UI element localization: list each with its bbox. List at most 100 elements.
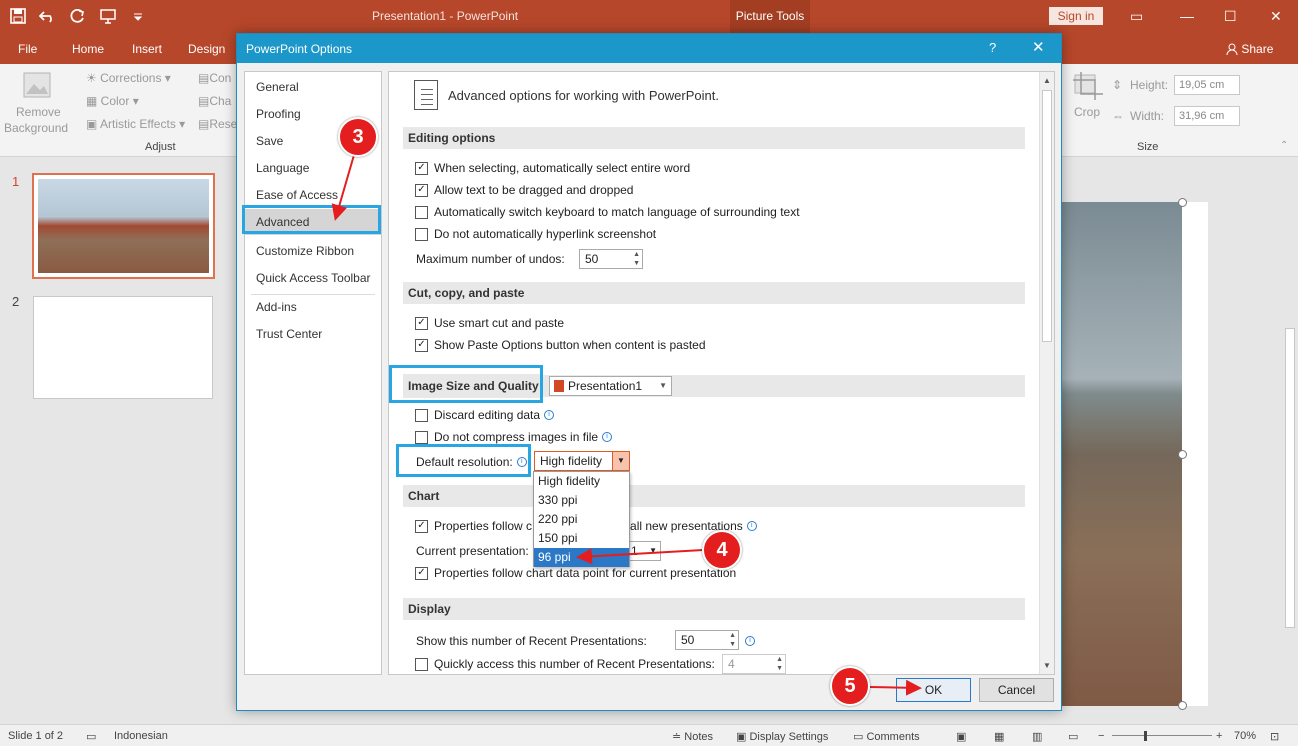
tab-file[interactable]: File [18, 42, 37, 56]
option-hyperlink-screenshot[interactable]: Do not automatically hyperlink screensho… [415, 227, 656, 241]
ribbon-options-icon[interactable]: ▭ [1130, 8, 1143, 25]
checkbox-checked[interactable]: ✓ [415, 519, 428, 533]
nav-trust-center[interactable]: Trust Center [245, 321, 381, 347]
resize-handle[interactable] [1178, 198, 1187, 207]
resize-handle[interactable] [1178, 701, 1187, 710]
image-file-select[interactable]: Presentation1 ▼ [549, 376, 672, 396]
selected-picture[interactable] [1062, 202, 1182, 706]
zoom-slider[interactable] [1112, 735, 1212, 736]
info-icon: i [746, 521, 757, 531]
slide-thumbnail-1[interactable] [32, 173, 215, 279]
width-input[interactable]: 31,96 cm [1174, 106, 1240, 126]
resolution-option[interactable]: High fidelity [534, 472, 629, 491]
checkbox-checked[interactable]: ✓ [415, 161, 428, 175]
checkbox-checked[interactable]: ✓ [415, 183, 428, 197]
checkbox-unchecked[interactable] [415, 408, 428, 422]
scroll-down-icon[interactable]: ▼ [1041, 660, 1053, 672]
resolution-option[interactable]: 150 ppi [534, 529, 629, 548]
option-quick-access-recent[interactable]: Quickly access this number of Recent Pre… [415, 657, 715, 671]
quick-access-spinner[interactable]: 4 ▲ ▼ [722, 654, 786, 674]
reading-view-icon[interactable]: ▥ [1032, 730, 1042, 743]
notes-button[interactable]: ≐ Notes [672, 730, 713, 743]
zoom-in-icon[interactable]: + [1216, 730, 1222, 742]
checkbox-unchecked[interactable] [415, 657, 428, 671]
checkbox-checked[interactable]: ✓ [415, 338, 428, 352]
resolution-option[interactable]: 220 ppi [534, 510, 629, 529]
zoom-slider-thumb[interactable] [1144, 731, 1147, 741]
section-chart: Chart [403, 485, 1025, 507]
nav-quick-access-toolbar[interactable]: Quick Access Toolbar [245, 265, 381, 291]
checkbox-unchecked[interactable] [415, 430, 428, 444]
checkbox-checked[interactable]: ✓ [415, 316, 428, 330]
editor-scrollbar[interactable] [1282, 158, 1298, 724]
display-settings-button[interactable]: ▣ Display Settings [736, 730, 828, 743]
content-scroll-thumb[interactable] [1042, 90, 1052, 342]
option-drag-drop[interactable]: ✓ Allow text to be dragged and dropped [415, 183, 633, 197]
slideshow-icon[interactable]: ▭ [1068, 730, 1078, 743]
scroll-thumb[interactable] [1285, 328, 1295, 628]
option-chart-properties-current[interactable]: ✓ Properties follow chart data point for … [415, 566, 736, 580]
resize-handle[interactable] [1178, 450, 1187, 459]
dialog-close-button[interactable]: ✕ [1032, 38, 1045, 56]
remove-background-icon[interactable] [22, 70, 52, 103]
crop-icon[interactable] [1073, 72, 1103, 103]
recent-presentations-spinner[interactable]: 50 ▲ ▼ [675, 630, 739, 650]
collapse-ribbon-icon[interactable]: ⌃ [1280, 140, 1288, 151]
present-icon[interactable] [98, 6, 118, 26]
reset-picture-button[interactable]: ▤Rese [198, 117, 237, 131]
ok-button[interactable]: OK [896, 678, 971, 702]
redo-icon[interactable] [68, 6, 88, 26]
chevron-down-icon[interactable]: ▼ [612, 452, 629, 470]
save-icon[interactable] [8, 6, 28, 26]
height-input[interactable]: 19,05 cm [1174, 75, 1240, 95]
undos-spinner[interactable]: 50 ▲ ▼ [579, 249, 643, 269]
corrections-button[interactable]: ☀ Corrections ▾ [86, 71, 171, 85]
crop-label[interactable]: Crop [1074, 105, 1100, 119]
close-icon[interactable]: ✕ [1270, 8, 1282, 25]
tab-insert[interactable]: Insert [132, 42, 162, 56]
slide-sorter-icon[interactable]: ▦ [994, 730, 1004, 743]
change-picture-button[interactable]: ▤Cha [198, 94, 231, 108]
sign-in-button[interactable]: Sign in [1049, 7, 1103, 25]
minimize-icon[interactable]: — [1180, 8, 1194, 24]
normal-view-icon[interactable]: ▣ [956, 730, 966, 743]
checkbox-checked[interactable]: ✓ [415, 566, 428, 580]
remove-background-label[interactable]: Remove [16, 105, 61, 119]
color-button[interactable]: ▦ Color ▾ [86, 94, 139, 108]
fit-slide-icon[interactable]: ⊡ [1270, 730, 1279, 743]
undo-icon[interactable] [38, 6, 58, 26]
artistic-effects-button[interactable]: ▣ Artistic Effects ▾ [86, 117, 185, 131]
customize-icon[interactable] [128, 6, 148, 26]
cancel-button[interactable]: Cancel [979, 678, 1054, 702]
option-smart-cut-paste[interactable]: ✓ Use smart cut and paste [415, 316, 564, 330]
nav-customize-ribbon[interactable]: Customize Ribbon [245, 238, 381, 264]
resolution-option[interactable]: 330 ppi [534, 491, 629, 510]
scroll-up-icon[interactable]: ▲ [1041, 75, 1053, 87]
checkbox-unchecked[interactable] [415, 227, 428, 241]
spellcheck-icon[interactable]: ▭ [86, 730, 96, 743]
remove-background-label-2[interactable]: Background [4, 121, 68, 135]
nav-language[interactable]: Language [245, 155, 381, 181]
tab-design[interactable]: Design [188, 42, 225, 56]
help-button[interactable]: ? [989, 40, 996, 55]
picture-tools-tab[interactable]: Picture Tools [730, 0, 810, 33]
comments-button[interactable]: ▭ Comments [853, 730, 920, 743]
zoom-level[interactable]: 70% [1234, 730, 1256, 742]
option-discard-editing-data[interactable]: Discard editing data i [415, 408, 555, 422]
maximize-icon[interactable]: ☐ [1224, 8, 1237, 25]
nav-general[interactable]: General [245, 74, 381, 100]
resolution-option-96ppi[interactable]: 96 ppi [534, 548, 629, 567]
zoom-out-icon[interactable]: − [1098, 730, 1104, 742]
option-paste-options-button[interactable]: ✓ Show Paste Options button when content … [415, 338, 706, 352]
language-status[interactable]: Indonesian [114, 730, 168, 742]
option-select-entire-word[interactable]: ✓ When selecting, automatically select en… [415, 161, 690, 175]
nav-add-ins[interactable]: Add-ins [245, 294, 381, 320]
slide-thumbnail-2[interactable] [33, 296, 213, 399]
checkbox-unchecked[interactable] [415, 205, 428, 219]
option-do-not-compress[interactable]: Do not compress images in file i [415, 430, 613, 444]
tab-home[interactable]: Home [72, 42, 104, 56]
option-switch-keyboard[interactable]: Automatically switch keyboard to match l… [415, 205, 800, 219]
share-button[interactable]: Share [1226, 42, 1273, 56]
compress-pictures-button[interactable]: ▤Con [198, 71, 231, 85]
default-resolution-select[interactable]: High fidelity ▼ [534, 451, 630, 471]
